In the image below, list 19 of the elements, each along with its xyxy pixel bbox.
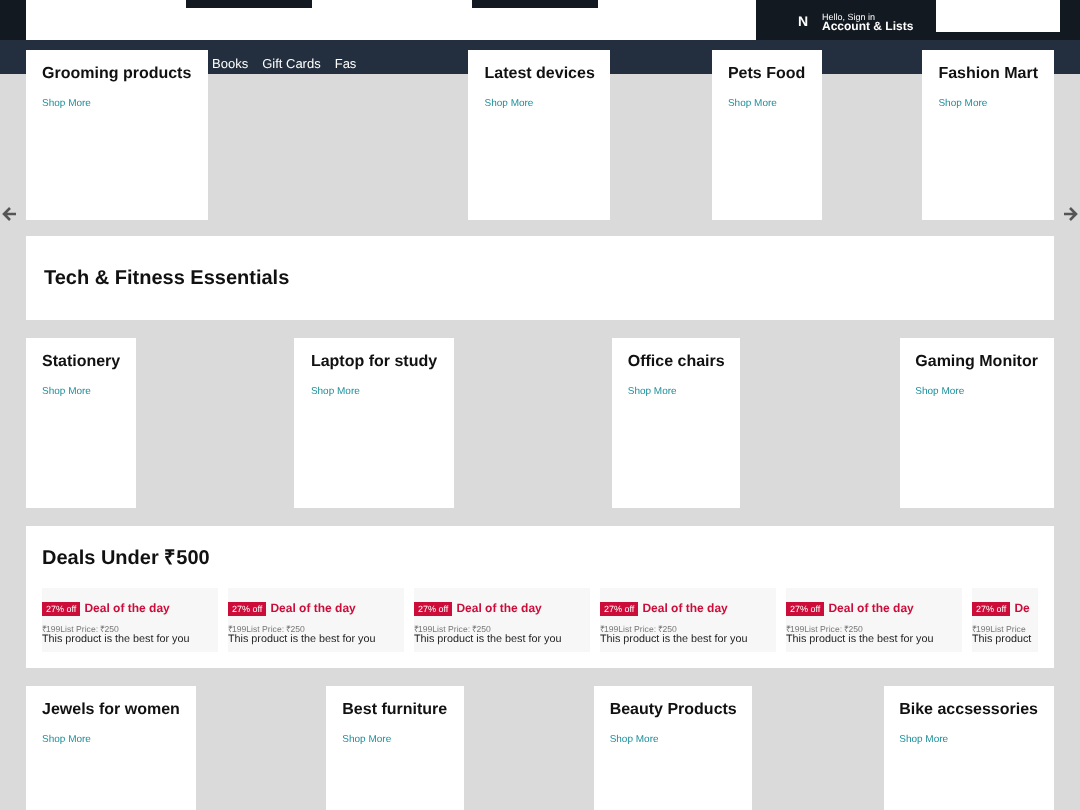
card-title: Best furniture — [342, 700, 448, 718]
right-arrow-icon[interactable] — [1062, 206, 1078, 222]
card-title: Bike accsessories — [899, 700, 1038, 718]
card-title: Jewels for women — [42, 700, 180, 718]
card-title: Pets Food — [727, 64, 806, 82]
card-title: Fashion Mart — [938, 64, 1038, 82]
card-title: Laptop for study — [310, 352, 438, 370]
card-title: Gaming Monitor — [915, 352, 1038, 370]
card-title: Office chairs — [627, 352, 725, 370]
popup-panel — [936, 0, 1060, 32]
dark-bar — [471, 0, 597, 8]
card-title: Stationery — [42, 352, 121, 370]
card-title: Beauty Products — [609, 700, 737, 718]
left-arrow-icon[interactable] — [2, 206, 18, 222]
card-title: Latest devices — [484, 64, 595, 82]
card-title: Grooming products — [42, 64, 192, 82]
section-title: Tech & Fitness Essentials — [44, 267, 290, 289]
section-title: Deals Under ₹500 — [42, 546, 212, 570]
dark-bar — [185, 0, 311, 8]
